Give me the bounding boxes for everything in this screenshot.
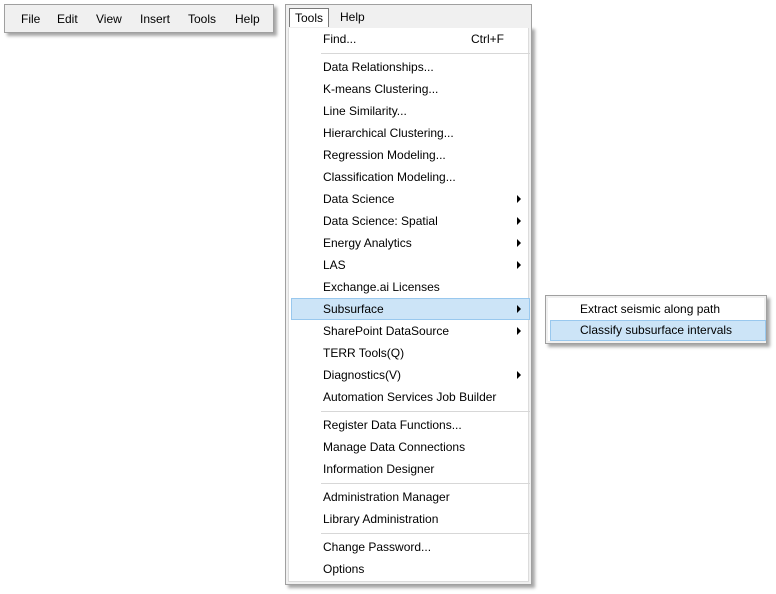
menu-item-data-science-spatial[interactable]: Data Science: Spatial [291, 210, 530, 232]
menu-item-label: Find... [323, 32, 357, 46]
menu-item-exchange-ai-licenses[interactable]: Exchange.ai Licenses [291, 276, 530, 298]
menu-item-options[interactable]: Options [291, 558, 530, 580]
menu-item-shortcut: Ctrl+F [471, 32, 504, 46]
menu-item-hierarchical-clustering[interactable]: Hierarchical Clustering... [291, 122, 530, 144]
menu-separator [321, 483, 530, 484]
submenu-arrow-icon [517, 261, 521, 269]
menu-item-label: Hierarchical Clustering... [323, 126, 454, 140]
menu-item-manage-data-connections[interactable]: Manage Data Connections [291, 436, 530, 458]
submenu-arrow-icon [517, 371, 521, 379]
menu-item-change-password[interactable]: Change Password... [291, 536, 530, 558]
submenu-arrow-icon [517, 239, 521, 247]
tools-dropdown-menu: Find... Ctrl+F Data Relationships... K-m… [285, 26, 532, 585]
menu-item-label: Diagnostics(V) [323, 368, 402, 382]
menu-file[interactable]: File [21, 11, 40, 27]
menu-item-regression-modeling[interactable]: Regression Modeling... [291, 144, 530, 166]
submenu-arrow-icon [517, 195, 521, 203]
menu-item-classification-modeling[interactable]: Classification Modeling... [291, 166, 530, 188]
menu-item-register-data-functions[interactable]: Register Data Functions... [291, 414, 530, 436]
menu-item-label: Exchange.ai Licenses [323, 280, 440, 294]
menu-item-label: Energy Analytics [323, 236, 412, 250]
menu-item-label: Change Password... [323, 540, 432, 554]
submenu-item-classify-subsurface[interactable]: Classify subsurface intervals [550, 320, 766, 341]
menu-item-label: Data Relationships... [323, 60, 434, 74]
menu-item-label: Information Designer [323, 462, 435, 476]
menu-view[interactable]: View [96, 11, 122, 27]
submenu-item-extract-seismic[interactable]: Extract seismic along path [550, 299, 766, 320]
menu-item-diagnostics[interactable]: Diagnostics(V) [291, 364, 530, 386]
menu-item-label: LAS [323, 258, 346, 272]
menu-item-label: Classification Modeling... [323, 170, 456, 184]
menu-separator [321, 411, 530, 412]
menu-insert[interactable]: Insert [140, 11, 170, 27]
menu-item-label: Library Administration [323, 512, 439, 526]
menu-item-energy-analytics[interactable]: Energy Analytics [291, 232, 530, 254]
menu-edit[interactable]: Edit [57, 11, 78, 27]
menu-item-data-relationships[interactable]: Data Relationships... [291, 56, 530, 78]
menu-item-label: Register Data Functions... [323, 418, 462, 432]
menu-item-library-administration[interactable]: Library Administration [291, 508, 530, 530]
menu-item-label: Automation Services Job Builder [323, 390, 497, 404]
menu-help[interactable]: Help [235, 11, 260, 27]
menu-tools[interactable]: Tools [188, 11, 216, 27]
menu-item-line-similarity[interactable]: Line Similarity... [291, 100, 530, 122]
menu-item-subsurface[interactable]: Subsurface [291, 298, 530, 320]
menu-item-las[interactable]: LAS [291, 254, 530, 276]
menu-item-kmeans-clustering[interactable]: K-means Clustering... [291, 78, 530, 100]
submenu-arrow-icon [517, 305, 521, 313]
menu-item-label: Administration Manager [323, 490, 450, 504]
menu-item-administration-manager[interactable]: Administration Manager [291, 486, 530, 508]
menu-item-automation-services-job-builder[interactable]: Automation Services Job Builder [291, 386, 530, 408]
menu-item-label: Manage Data Connections [323, 440, 466, 454]
menu-tools-open[interactable]: Tools [289, 8, 329, 27]
menu-item-label: Data Science: Spatial [323, 214, 438, 228]
menu-item-terr-tools[interactable]: TERR Tools(Q) [291, 342, 530, 364]
tools-menu-panel: Find... Ctrl+F Data Relationships... K-m… [288, 27, 530, 582]
submenu-item-label: Classify subsurface intervals [580, 323, 733, 337]
menu-item-label: Regression Modeling... [323, 148, 446, 162]
submenu-arrow-icon [517, 327, 521, 335]
menu-item-sharepoint-datasource[interactable]: SharePoint DataSource [291, 320, 530, 342]
menu-item-label: Line Similarity... [323, 104, 407, 118]
submenu-panel: Extract seismic along path Classify subs… [548, 298, 766, 341]
subsurface-submenu: Extract seismic along path Classify subs… [545, 295, 767, 344]
menu-item-information-designer[interactable]: Information Designer [291, 458, 530, 480]
menu-item-label: TERR Tools(Q) [323, 346, 405, 360]
menu-separator [321, 53, 530, 54]
menu-item-label: Options [323, 562, 365, 576]
submenu-item-label: Extract seismic along path [580, 302, 721, 316]
submenu-arrow-icon [517, 217, 521, 225]
menu-item-data-science[interactable]: Data Science [291, 188, 530, 210]
menu-separator [321, 533, 530, 534]
menu-item-label: K-means Clustering... [323, 82, 439, 96]
menu-help[interactable]: Help [337, 8, 373, 27]
menu-item-find[interactable]: Find... Ctrl+F [291, 28, 530, 50]
menu-item-label: Data Science [323, 192, 395, 206]
main-menubar: File Edit View Insert Tools Help [4, 4, 274, 33]
menu-item-label: SharePoint DataSource [323, 324, 450, 338]
open-menubar: Tools Help [285, 4, 532, 28]
menu-item-label: Subsurface [323, 302, 384, 316]
